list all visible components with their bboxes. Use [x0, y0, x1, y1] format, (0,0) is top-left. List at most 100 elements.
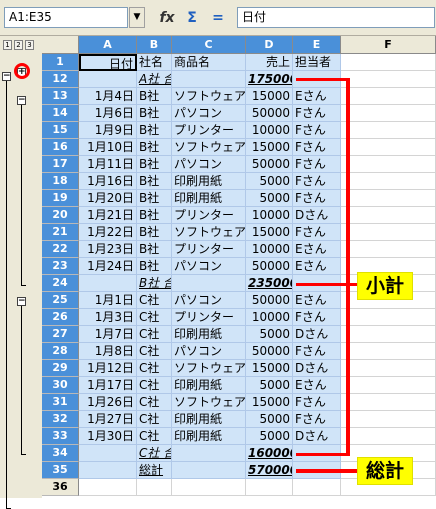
row-header[interactable]: 36 [42, 479, 79, 496]
outline-level-1-button[interactable]: 1 [3, 40, 12, 50]
cell[interactable]: C社 [137, 411, 172, 428]
cell[interactable]: Fさん [293, 122, 341, 139]
cell[interactable] [172, 71, 246, 88]
row-header[interactable]: 26 [42, 309, 79, 326]
cell[interactable]: 印刷用紙 [172, 428, 246, 445]
cell[interactable]: Eさん [293, 292, 341, 309]
cell[interactable] [137, 479, 172, 496]
cell[interactable]: Fさん [293, 309, 341, 326]
cell[interactable] [341, 428, 436, 445]
cell[interactable]: 印刷用紙 [172, 190, 246, 207]
cell[interactable]: 1月24日 [79, 258, 137, 275]
cell[interactable]: B社 [137, 88, 172, 105]
cell[interactable]: B社 合計 [137, 275, 172, 292]
cell[interactable] [293, 479, 341, 496]
cell[interactable]: Fさん [293, 105, 341, 122]
cell[interactable]: 売上 [246, 54, 293, 71]
cell[interactable]: 1月10日 [79, 139, 137, 156]
cell[interactable]: 1月16日 [79, 173, 137, 190]
cell[interactable]: C社 [137, 428, 172, 445]
row-header[interactable]: 27 [42, 326, 79, 343]
row-header[interactable]: 35 [42, 462, 79, 479]
cell[interactable]: Fさん [293, 394, 341, 411]
cell[interactable]: 160000 [246, 445, 293, 462]
cell[interactable]: 総計 [137, 462, 172, 479]
row-header[interactable]: 32 [42, 411, 79, 428]
cell[interactable]: B社 [137, 173, 172, 190]
row-header[interactable]: 1 [42, 54, 79, 71]
cell[interactable]: ソフトウェア [172, 360, 246, 377]
cell[interactable] [172, 275, 246, 292]
cell[interactable] [79, 462, 137, 479]
cell[interactable]: Fさん [293, 190, 341, 207]
cell[interactable]: 5000 [246, 411, 293, 428]
cell[interactable]: Fさん [293, 224, 341, 241]
chevron-down-icon[interactable]: ▼ [129, 7, 145, 28]
row-header[interactable]: 16 [42, 139, 79, 156]
cell[interactable]: Fさん [293, 411, 341, 428]
cell[interactable]: パソコン [172, 292, 246, 309]
sum-icon[interactable]: Σ [183, 8, 201, 28]
cell[interactable]: 1月27日 [79, 411, 137, 428]
cell[interactable]: パソコン [172, 105, 246, 122]
cell[interactable] [172, 445, 246, 462]
cell[interactable]: 1月7日 [79, 326, 137, 343]
cell[interactable]: 商品名 [172, 54, 246, 71]
cell[interactable]: パソコン [172, 156, 246, 173]
equals-icon[interactable]: = [209, 8, 227, 28]
column-header-b[interactable]: B [137, 36, 172, 54]
cell[interactable]: 印刷用紙 [172, 173, 246, 190]
column-header-f[interactable]: F [341, 36, 436, 54]
row-header[interactable]: 25 [42, 292, 79, 309]
cell[interactable]: 175000 [246, 71, 293, 88]
cell[interactable]: 1月23日 [79, 241, 137, 258]
cell[interactable] [172, 462, 246, 479]
cell[interactable]: 570000 [246, 462, 293, 479]
row-header[interactable]: 15 [42, 122, 79, 139]
cell[interactable]: 15000 [246, 139, 293, 156]
cell[interactable]: 50000 [246, 258, 293, 275]
cell[interactable]: 1月8日 [79, 343, 137, 360]
cell[interactable] [341, 139, 436, 156]
cell[interactable] [341, 224, 436, 241]
cell[interactable] [246, 479, 293, 496]
row-header[interactable]: 29 [42, 360, 79, 377]
cell[interactable]: B社 [137, 207, 172, 224]
cell[interactable] [341, 156, 436, 173]
cell[interactable]: Dさん [293, 428, 341, 445]
cell[interactable] [79, 445, 137, 462]
cell[interactable]: 1月3日 [79, 309, 137, 326]
cell[interactable]: 印刷用紙 [172, 326, 246, 343]
cell[interactable]: Eさん [293, 377, 341, 394]
cell[interactable]: 235000 [246, 275, 293, 292]
cell[interactable]: プリンター [172, 207, 246, 224]
cell[interactable]: プリンター [172, 122, 246, 139]
outline-level-3-button[interactable]: 3 [25, 40, 34, 50]
column-header-a[interactable]: A [79, 36, 137, 54]
cell[interactable] [79, 71, 137, 88]
cell[interactable]: 1月11日 [79, 156, 137, 173]
cell[interactable] [341, 173, 436, 190]
cell[interactable]: C社 [137, 309, 172, 326]
cell[interactable]: Fさん [293, 139, 341, 156]
cell[interactable]: Eさん [293, 241, 341, 258]
cell[interactable]: Fさん [293, 343, 341, 360]
collapse-group-button[interactable]: − [2, 72, 11, 81]
row-header[interactable]: 23 [42, 258, 79, 275]
row-header[interactable]: 30 [42, 377, 79, 394]
cell[interactable]: 50000 [246, 105, 293, 122]
cell[interactable]: 印刷用紙 [172, 411, 246, 428]
cell[interactable]: 1月26日 [79, 394, 137, 411]
cell[interactable]: C社 [137, 292, 172, 309]
cell[interactable]: 5000 [246, 326, 293, 343]
cell[interactable]: 50000 [246, 156, 293, 173]
row-header[interactable]: 28 [42, 343, 79, 360]
collapse-group-button[interactable]: − [17, 96, 26, 105]
cell[interactable] [341, 54, 436, 71]
cell[interactable]: 10000 [246, 122, 293, 139]
row-header[interactable]: 12 [42, 71, 79, 88]
cell[interactable]: Eさん [293, 258, 341, 275]
cell[interactable] [341, 122, 436, 139]
row-header[interactable]: 18 [42, 173, 79, 190]
cell[interactable] [341, 190, 436, 207]
